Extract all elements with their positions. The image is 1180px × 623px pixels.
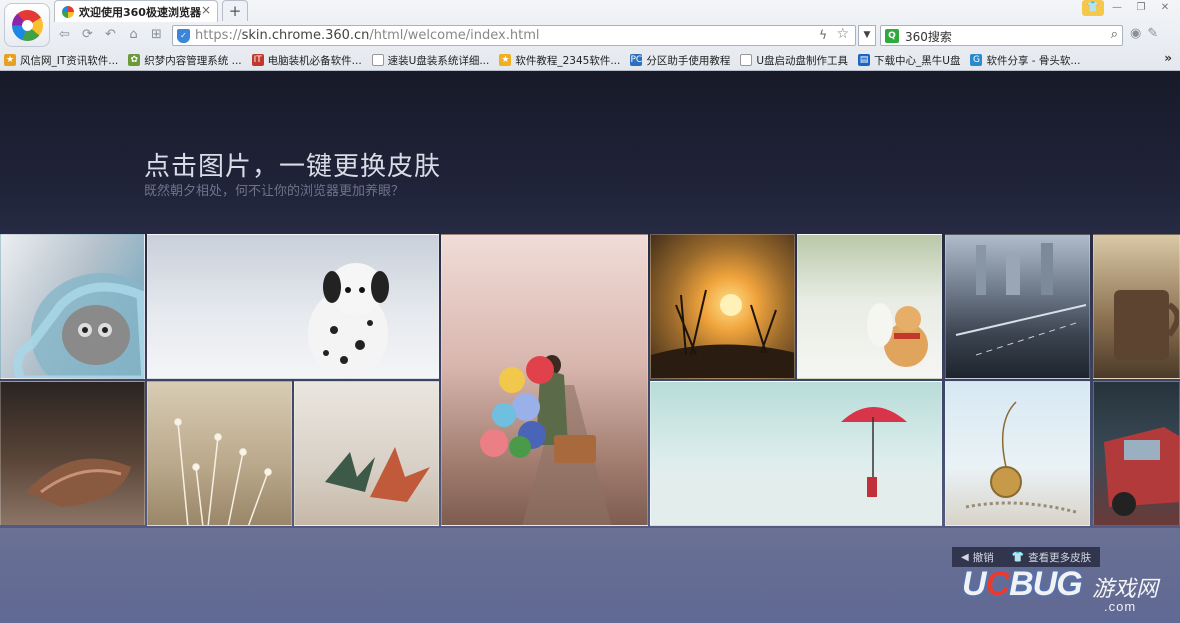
skin-tile-toy-deer[interactable] [797,234,942,379]
search-input[interactable]: 360搜索 [905,28,952,45]
skin-shirt-icon[interactable]: 👕 [1082,0,1104,16]
undo-arrow-icon: ◀ [961,551,969,563]
bookmark-item[interactable]: G 软件分享 - 骨头软... [970,53,1080,68]
paper-cranes-illustration [325,447,430,502]
new-tab-button[interactable]: + [222,0,248,21]
kitten-illustration [13,273,144,378]
apps-grid-icon[interactable]: ⊞ [147,26,166,45]
screenshot-icon[interactable]: ◉ [1130,26,1141,41]
bookmarks-bar: ★ 风信网_IT资讯软件... ✿ 织梦内容管理系统 ... IT 电脑装机必备软件.… [0,50,1180,70]
seashell-illustration [26,458,131,507]
page-subtitle: 既然朝夕相处，何不让你的浏览器更加养眼？ [144,184,405,199]
bookmark-favicon-icon: IT [251,54,264,66]
skin-tile-dry-flowers[interactable] [147,381,292,526]
search-engine-icon[interactable]: Q [885,29,899,43]
restore-icon[interactable]: ❐ [1130,0,1152,16]
search-icon[interactable]: ⌕ [1111,27,1118,42]
balloon-girl-illustration [480,355,612,525]
nav-buttons: ⇦ ⟳ ↶ ⌂ ⊞ [55,26,166,45]
skin-tile-paper-cranes[interactable] [294,381,439,526]
back-icon[interactable]: ⇦ [55,26,74,45]
sunset-grass-illustration [651,289,794,378]
url-text[interactable]: https://skin.chrome.360.cn/html/welcome/… [195,28,540,43]
page-title: 点击图片，一键更换皮肤 [144,152,442,182]
skin-tile-kitten[interactable] [0,234,145,379]
undo-close-icon[interactable]: ↶ [101,26,120,45]
bookmark-page-icon [740,54,753,66]
watermark-domain: .com [1104,599,1137,614]
welcome-page: 点击图片，一键更换皮肤 既然朝夕相处，何不让你的浏览器更加养眼？ ◀ 撤销 👕 … [0,71,1180,623]
bookmark-page-icon [371,54,384,66]
url-dropdown-icon[interactable]: ▼ [858,25,876,46]
skin-tile-dalmatian[interactable] [147,234,439,379]
dalmatian-illustration [308,263,389,377]
skin-tile-red-car[interactable] [1093,381,1180,526]
tab-close-icon[interactable]: × [201,3,211,17]
globe-necklace-illustration [965,401,1077,514]
tab-title: 欢迎使用360极速浏览器 [79,6,201,19]
watermark-brand: UCBUG [962,565,1083,603]
tab-welcome[interactable]: 欢迎使用360极速浏览器 × [54,0,218,22]
bookmark-item[interactable]: U盘启动盘制作工具 [740,53,848,68]
browser-logo-icon[interactable] [4,3,50,47]
skin-tile-sunset-grass[interactable] [650,234,795,379]
home-icon[interactable]: ⌂ [124,26,143,45]
red-car-illustration [1104,427,1179,516]
tools-wrench-icon[interactable]: ✎ [1147,26,1158,41]
bookmark-favicon-icon: ★ [499,54,512,66]
bookmark-favicon-icon: ▤ [858,54,871,66]
refresh-icon[interactable]: ⟳ [78,26,97,45]
rainy-street-illustration [955,243,1087,356]
bookmark-item[interactable]: ▤ 下载中心_黑牛U盘 [858,53,960,68]
bookmark-item[interactable]: ★ 风信网_IT资讯软件... [4,53,118,68]
skin-actions: ◀ 撤销 👕 查看更多皮肤 [952,547,1101,567]
skin-tile-globe-necklace[interactable] [945,381,1090,526]
speed-mode-icon[interactable]: ϟ [819,28,827,42]
tab-favicon-icon [62,6,74,18]
skin-tile-coffee-cup[interactable] [1093,234,1180,379]
dry-flowers-illustration [174,418,272,525]
skin-tile-umbrella-beach[interactable] [650,381,942,526]
window-controls: 👕 — ❐ ✕ [1082,0,1176,18]
more-skins-button[interactable]: 👕 查看更多皮肤 [1003,547,1100,567]
skin-tile-rainy-street[interactable] [945,234,1090,379]
bookmark-item[interactable]: 速装U盘装系统详细... [371,53,489,68]
minimize-icon[interactable]: — [1106,0,1128,16]
bookmark-item[interactable]: ✿ 织梦内容管理系统 ... [128,53,242,68]
bookmark-star-icon[interactable]: ☆ [836,26,849,42]
coffee-cup-illustration [1114,290,1179,360]
search-box[interactable]: Q 360搜索 ⌕ [880,25,1123,46]
umbrella-beach-illustration [651,407,941,525]
toy-deer-illustration [867,303,928,367]
bookmark-item[interactable]: ★ 软件教程_2345软件... [499,53,620,68]
watermark-logo: UCBUG 游戏网 .com [962,565,1176,621]
bookmark-item[interactable]: PC 分区助手使用教程 [630,53,730,68]
bookmark-favicon-icon: PC [630,54,643,66]
skin-tile-seashell[interactable] [0,381,145,526]
address-bar[interactable]: ✓ https://skin.chrome.360.cn/html/welcom… [172,25,856,46]
undo-skin-button[interactable]: ◀ 撤销 [952,547,1003,567]
bookmark-favicon-icon: G [970,54,983,66]
browser-chrome: 欢迎使用360极速浏览器 × + 👕 — ❐ ✕ ⇦ ⟳ ↶ ⌂ ⊞ ✓ htt… [0,0,1180,71]
bookmark-favicon-icon: ★ [4,54,16,66]
close-window-icon[interactable]: ✕ [1154,0,1176,16]
shirt-icon: 👕 [1011,551,1025,563]
bookmark-favicon-icon: ✿ [128,54,141,66]
security-shield-icon: ✓ [177,29,190,43]
bookmark-item[interactable]: IT 电脑装机必备软件... [251,53,362,68]
skin-gallery [0,234,1180,527]
bookmarks-overflow-icon[interactable]: » [1164,51,1172,65]
skin-tile-balloon-girl[interactable] [441,234,648,526]
toolbar-extras: ◉ ✎ [1130,26,1158,41]
